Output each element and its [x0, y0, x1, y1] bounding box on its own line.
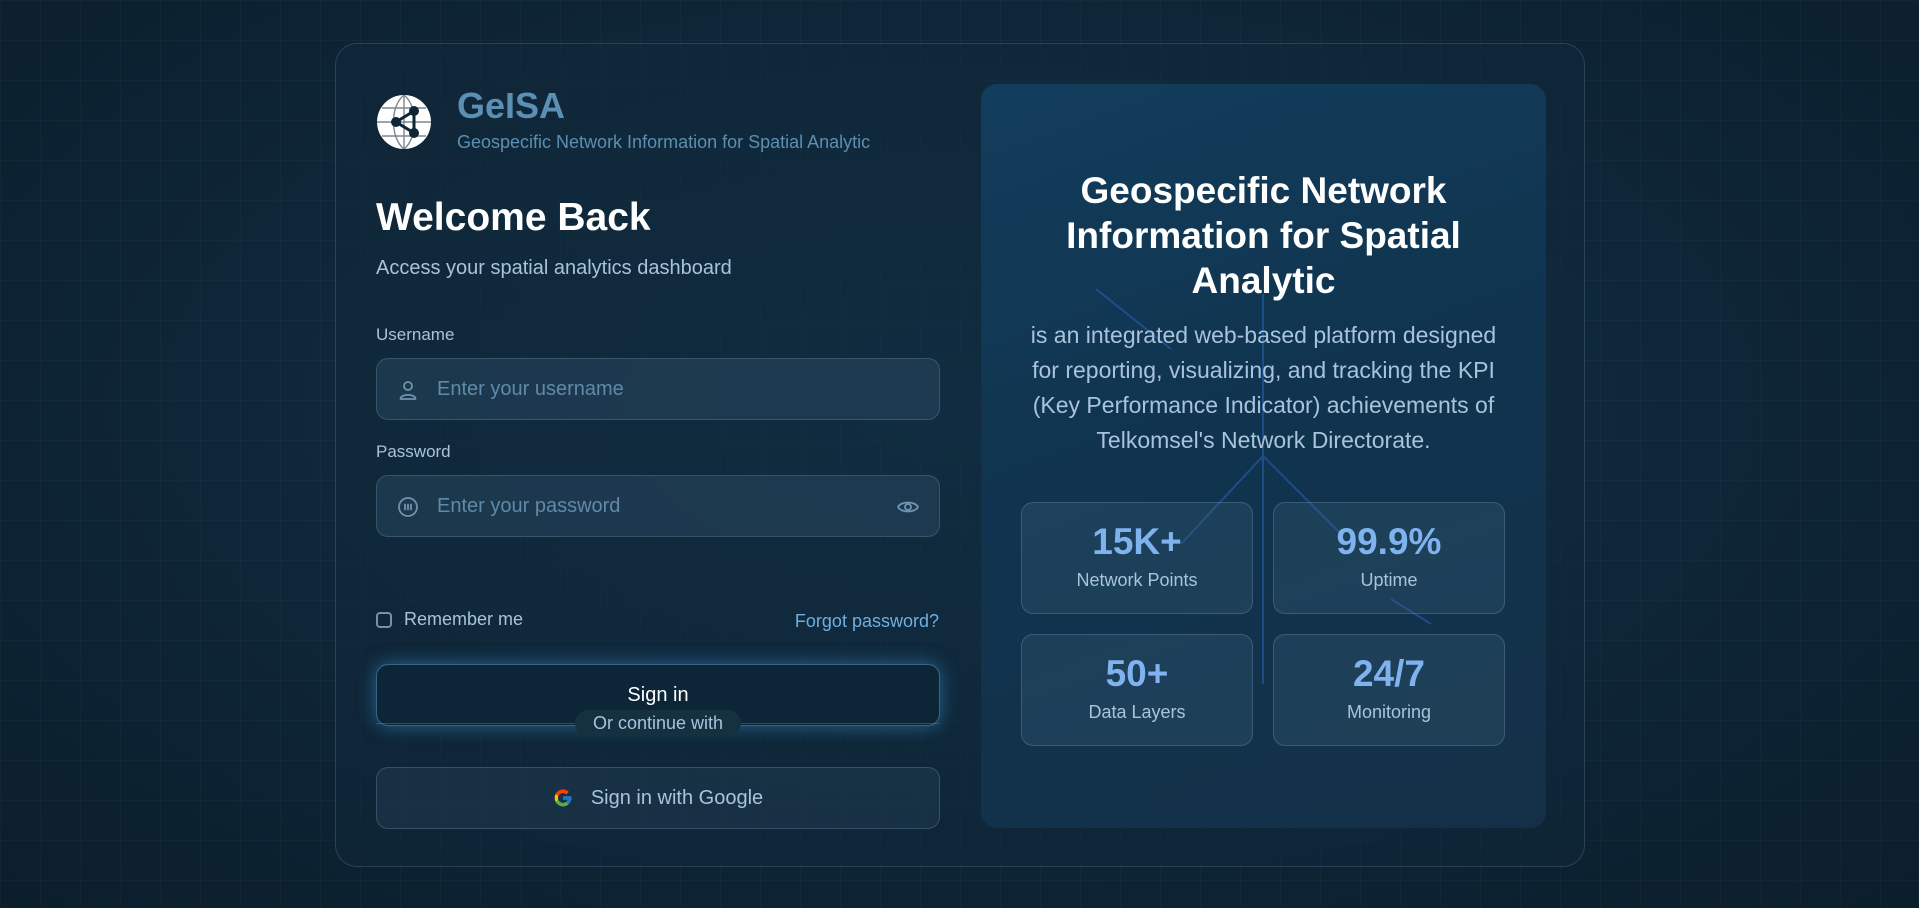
- login-card: GeISA Geospecific Network Information fo…: [335, 43, 1585, 867]
- stat-value: 50+: [1105, 653, 1169, 694]
- google-sign-in-button[interactable]: Sign in with Google: [376, 767, 940, 829]
- remember-me[interactable]: Remember me: [376, 609, 523, 630]
- stat-card-data-layers: 50+ Data Layers: [1021, 634, 1253, 746]
- globe-network-icon: [377, 94, 431, 150]
- username-field: [376, 358, 940, 420]
- page-subtitle: Access your spatial analytics dashboard: [376, 257, 732, 279]
- remember-checkbox[interactable]: [376, 611, 392, 628]
- username-label: Username: [376, 325, 455, 344]
- stat-value: 99.9%: [1336, 521, 1442, 562]
- brand-name: GeISA: [457, 85, 566, 126]
- google-sign-in-label: Sign in with Google: [590, 786, 764, 809]
- stat-value: 15K+: [1092, 521, 1182, 562]
- divider-label: Or continue with: [575, 710, 741, 736]
- stat-label: Uptime: [1360, 570, 1418, 590]
- password-field: [376, 475, 940, 537]
- password-icon: [398, 497, 418, 517]
- stat-label: Data Layers: [1088, 702, 1186, 722]
- username-input[interactable]: [437, 359, 877, 419]
- page-title: Welcome Back: [376, 196, 651, 239]
- info-description: is an integrated web-based platform desi…: [1030, 322, 1497, 453]
- forgot-password-link[interactable]: Forgot password?: [795, 611, 939, 632]
- brand-tagline: Geospecific Network Information for Spat…: [457, 132, 871, 152]
- stat-card-network-points: 15K+ Network Points: [1021, 502, 1253, 614]
- user-icon: [399, 381, 417, 400]
- stat-value: 24/7: [1352, 653, 1425, 694]
- eye-icon[interactable]: [896, 495, 920, 519]
- stat-label: Network Points: [1076, 570, 1198, 590]
- stat-card-uptime: 99.9% Uptime: [1273, 502, 1505, 614]
- password-label: Password: [376, 442, 451, 461]
- remember-label: Remember me: [404, 609, 524, 629]
- stat-card-monitoring: 24/7 Monitoring: [1273, 634, 1505, 746]
- info-panel: Geospecific Network Information for Spat…: [981, 84, 1546, 828]
- info-title: Geospecific Network Information for Spat…: [1066, 170, 1461, 301]
- stat-label: Monitoring: [1346, 702, 1432, 722]
- password-input[interactable]: [437, 476, 877, 536]
- google-icon: [554, 789, 572, 807]
